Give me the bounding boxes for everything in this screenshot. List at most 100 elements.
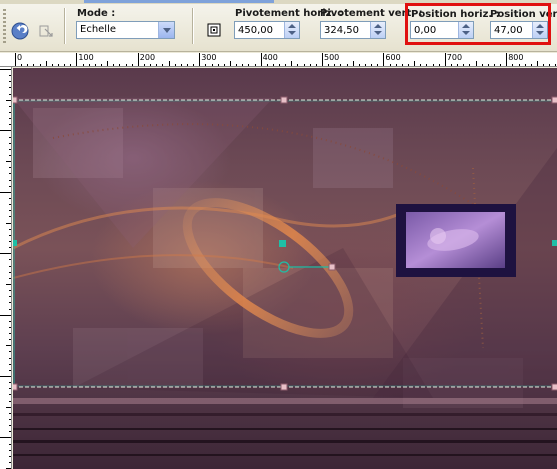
pivot-h-value: 450,00 xyxy=(238,25,273,36)
ruler-label: 600 xyxy=(385,53,401,62)
pivot-h-field[interactable]: 450,00 xyxy=(234,21,300,39)
pivot-point-handle[interactable] xyxy=(279,240,286,247)
ruler-tick xyxy=(481,64,483,66)
ruler-tick xyxy=(9,290,11,291)
pivot-center-button[interactable] xyxy=(204,20,224,40)
spin-down-icon[interactable] xyxy=(288,31,296,35)
ruler-tick xyxy=(9,400,11,402)
ruler-tick xyxy=(383,53,385,66)
ruler-tick xyxy=(229,61,231,66)
ruler-tick xyxy=(309,64,311,66)
ruler-tick xyxy=(6,283,11,285)
reset-button[interactable] xyxy=(10,21,30,41)
ruler-tick xyxy=(254,64,256,66)
pivot-center-icon xyxy=(207,23,221,37)
ruler-tick xyxy=(365,64,366,66)
ruler-tick xyxy=(9,425,11,427)
horizontal-ruler[interactable]: 0 100 200 300 400 500 600 700 800 xyxy=(0,53,557,67)
ruler-tick xyxy=(377,64,379,66)
ruler-tick xyxy=(101,64,102,66)
ruler-tick xyxy=(199,53,201,66)
ruler-tick xyxy=(9,431,11,433)
ruler-tick xyxy=(33,64,35,66)
bottom-left-handle[interactable] xyxy=(13,383,18,391)
ruler-tick xyxy=(9,234,11,236)
ruler-tick xyxy=(211,64,213,66)
ruler-tick xyxy=(9,296,11,298)
ruler-tick xyxy=(150,64,152,66)
ruler-label: 200 xyxy=(139,53,156,62)
ruler-tick xyxy=(186,64,188,66)
ruler-tick xyxy=(512,64,514,66)
ruler-tick xyxy=(9,382,11,384)
ruler-tick xyxy=(272,64,274,66)
image-canvas[interactable] xyxy=(13,68,557,469)
chevron-down-icon[interactable] xyxy=(158,22,174,38)
ruler-tick xyxy=(9,357,11,359)
spin-down-icon[interactable] xyxy=(374,31,382,35)
toolbar-grip[interactable] xyxy=(3,9,6,45)
right-middle-handle[interactable] xyxy=(552,240,557,246)
mode-select[interactable]: Echelle xyxy=(76,21,175,39)
left-middle-handle[interactable] xyxy=(13,240,17,246)
ruler-tick xyxy=(156,64,158,66)
ruler-tick xyxy=(371,64,373,66)
ruler-tick xyxy=(9,333,11,334)
spin-up-icon[interactable] xyxy=(374,24,382,28)
ruler-tick xyxy=(9,216,11,218)
ruler-label: 700 xyxy=(446,53,463,62)
ruler-tick xyxy=(450,64,452,66)
ruler-tick xyxy=(518,64,520,66)
ruler-tick xyxy=(291,61,293,66)
spin-up-icon[interactable] xyxy=(288,24,296,28)
bottom-middle-handle[interactable] xyxy=(280,383,288,391)
ruler-label: 0 xyxy=(17,53,23,62)
pivot-h-spinner[interactable] xyxy=(284,22,299,38)
ruler-tick xyxy=(94,64,96,66)
toolbar-separator xyxy=(192,8,193,44)
ruler-tick xyxy=(9,419,11,420)
ruler-tick xyxy=(475,61,477,66)
top-middle-handle[interactable] xyxy=(280,96,288,104)
ruler-tick xyxy=(9,265,11,267)
ruler-tick xyxy=(64,64,66,66)
ruler-tick xyxy=(205,64,207,66)
apply-icon xyxy=(39,25,53,37)
ruler-tick xyxy=(9,326,11,328)
ruler-tick xyxy=(426,64,428,66)
ruler-tick xyxy=(297,64,299,66)
ruler-tick xyxy=(9,148,11,150)
ruler-tick xyxy=(9,351,11,353)
ruler-tick xyxy=(9,363,11,365)
undo-arrow-icon xyxy=(11,22,29,40)
ruler-tick xyxy=(543,64,544,66)
ruler-tick xyxy=(9,185,11,187)
ruler-label: 300 xyxy=(201,53,217,62)
pivot-v-spinner[interactable] xyxy=(370,22,385,38)
vertical-ruler[interactable] xyxy=(0,67,12,469)
apply-button[interactable] xyxy=(36,21,56,41)
ruler-tick xyxy=(358,64,360,66)
ruler-tick xyxy=(107,61,109,66)
ruler-tick xyxy=(9,455,11,457)
ruler-tick xyxy=(555,64,557,66)
ruler-tick xyxy=(242,64,244,66)
bottom-right-handle[interactable] xyxy=(551,383,557,391)
ruler-tick xyxy=(9,155,11,156)
ruler-tick xyxy=(524,64,526,66)
ruler-tick xyxy=(0,130,11,132)
pivot-v-field[interactable]: 324,50 xyxy=(320,21,386,39)
top-left-handle[interactable] xyxy=(13,96,18,104)
ruler-tick xyxy=(9,204,11,206)
ruler-tick xyxy=(6,222,11,224)
ruler-tick xyxy=(506,53,508,66)
top-right-handle[interactable] xyxy=(551,96,557,104)
ruler-tick xyxy=(0,376,11,377)
ruler-tick xyxy=(27,64,29,66)
rotation-handle[interactable] xyxy=(328,263,336,271)
ruler-tick xyxy=(493,64,495,66)
ruler-tick xyxy=(6,161,11,163)
ruler-label: 400 xyxy=(262,53,278,62)
ruler-tick xyxy=(70,64,72,66)
ruler-tick xyxy=(463,64,465,66)
